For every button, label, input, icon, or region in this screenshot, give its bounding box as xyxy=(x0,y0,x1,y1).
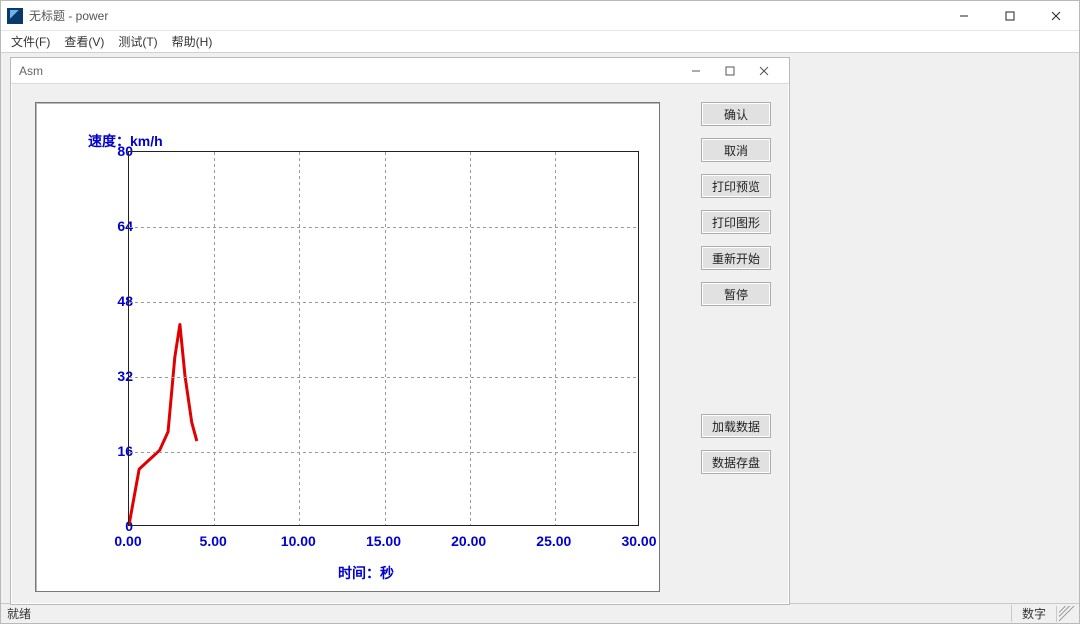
cancel-button[interactable]: 取消 xyxy=(701,138,771,162)
restart-button[interactable]: 重新开始 xyxy=(701,246,771,270)
chart-xlabel: 时间：秒 xyxy=(338,563,394,583)
minimize-button[interactable] xyxy=(941,1,987,31)
resize-grip[interactable] xyxy=(1056,606,1079,622)
chart-frame: 速度：km/h 时间：秒 01632486480 0.005.0010.0015… xyxy=(35,102,660,592)
asm-maximize-button[interactable] xyxy=(713,60,747,82)
ytick-label: 64 xyxy=(93,218,133,234)
statusbar: 就绪 数字 xyxy=(1,603,1079,623)
pause-button[interactable]: 暂停 xyxy=(701,282,771,306)
main-titlebar: 无标题 - power xyxy=(1,1,1079,31)
status-numlock: 数字 xyxy=(1011,605,1056,622)
ytick-label: 48 xyxy=(93,293,133,309)
window-title: 无标题 - power xyxy=(29,7,108,24)
main-window: 无标题 - power 文件(F) 查看(V) 测试(T) 帮助(H) Asm xyxy=(0,0,1080,624)
grid-line-v xyxy=(470,152,471,525)
grid-line-v xyxy=(214,152,215,525)
close-button[interactable] xyxy=(1033,1,1079,31)
asm-window: Asm 速度：km/h 时间：秒 01632486480 0.005.0010.… xyxy=(10,57,790,605)
xtick-label: 20.00 xyxy=(448,533,490,549)
button-spacer xyxy=(701,318,771,402)
maximize-button[interactable] xyxy=(987,1,1033,31)
asm-title: Asm xyxy=(19,64,43,78)
ytick-label: 32 xyxy=(93,368,133,384)
asm-close-button[interactable] xyxy=(747,60,781,82)
xtick-label: 15.00 xyxy=(363,533,405,549)
ytick-label: 0 xyxy=(93,518,133,534)
asm-body: 速度：km/h 时间：秒 01632486480 0.005.0010.0015… xyxy=(11,84,789,604)
grid-line-h xyxy=(129,377,638,378)
xtick-label: 5.00 xyxy=(192,533,234,549)
xtick-label: 0.00 xyxy=(107,533,149,549)
app-icon xyxy=(7,8,23,24)
grid-line-h xyxy=(129,302,638,303)
menubar: 文件(F) 查看(V) 测试(T) 帮助(H) xyxy=(1,31,1079,53)
grid-line-h xyxy=(129,452,638,453)
menu-test[interactable]: 测试(T) xyxy=(118,33,157,50)
xtick-label: 30.00 xyxy=(618,533,660,549)
save-data-button[interactable]: 数据存盘 xyxy=(701,450,771,474)
grid-line-v xyxy=(555,152,556,525)
chart-line xyxy=(129,152,638,525)
grip-icon xyxy=(1059,606,1075,622)
ytick-label: 16 xyxy=(93,443,133,459)
print-graph-button[interactable]: 打印图形 xyxy=(701,210,771,234)
asm-minimize-button[interactable] xyxy=(679,60,713,82)
xtick-label: 25.00 xyxy=(533,533,575,549)
asm-titlebar: Asm xyxy=(11,58,789,84)
ytick-label: 80 xyxy=(93,143,133,159)
menu-view[interactable]: 查看(V) xyxy=(64,33,104,50)
grid-line-h xyxy=(129,227,638,228)
xtick-label: 10.00 xyxy=(277,533,319,549)
window-controls xyxy=(941,1,1079,31)
status-ready: 就绪 xyxy=(1,605,37,622)
grid-line-v xyxy=(299,152,300,525)
menu-file[interactable]: 文件(F) xyxy=(11,33,50,50)
load-data-button[interactable]: 加载数据 xyxy=(701,414,771,438)
print-preview-button[interactable]: 打印预览 xyxy=(701,174,771,198)
grid-line-v xyxy=(385,152,386,525)
plot-area xyxy=(128,151,639,526)
series-speed xyxy=(129,324,197,525)
menu-help[interactable]: 帮助(H) xyxy=(172,33,213,50)
ok-button[interactable]: 确认 xyxy=(701,102,771,126)
mdi-client: Asm 速度：km/h 时间：秒 01632486480 0.005.0010.… xyxy=(1,53,1079,603)
button-column: 确认 取消 打印预览 打印图形 重新开始 暂停 加载数据 数据存盘 xyxy=(701,102,771,474)
